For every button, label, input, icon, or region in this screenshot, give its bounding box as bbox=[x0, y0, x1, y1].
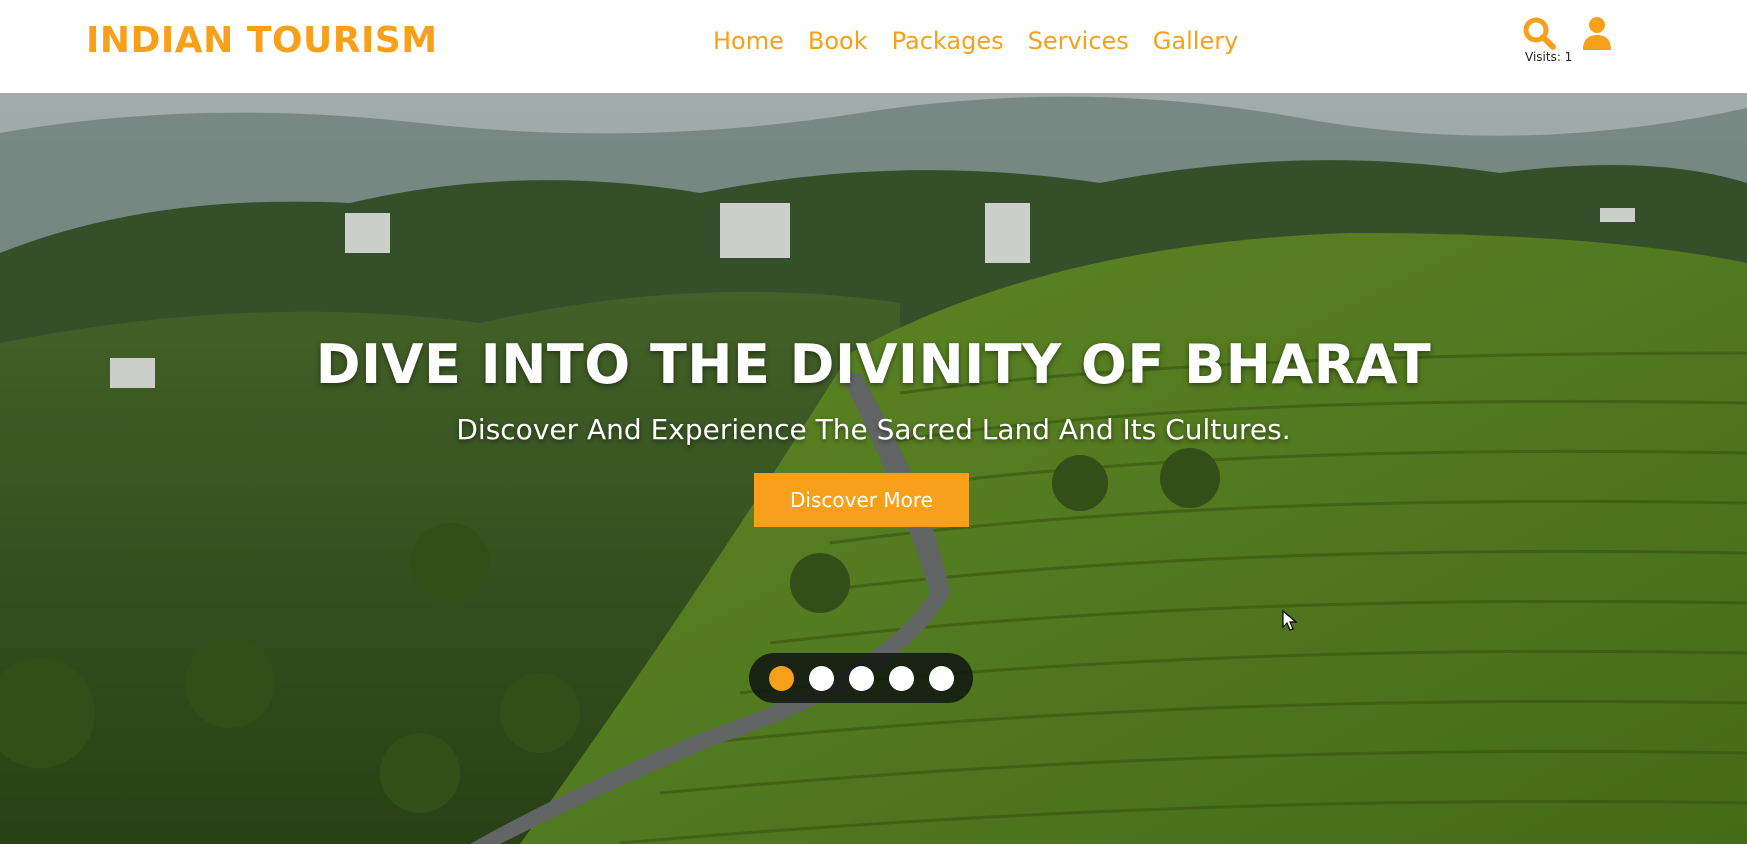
site-logo[interactable]: INDIAN TOURISM bbox=[86, 20, 438, 61]
slide-dot-2[interactable] bbox=[808, 665, 834, 691]
nav-book[interactable]: Book bbox=[808, 27, 868, 55]
mouse-cursor-icon bbox=[1282, 610, 1298, 631]
hero-subtitle: Discover And Experience The Sacred Land … bbox=[456, 413, 1291, 446]
slider-dots bbox=[749, 653, 973, 703]
nav-packages[interactable]: Packages bbox=[892, 27, 1004, 55]
user-icon[interactable] bbox=[1582, 16, 1612, 50]
nav-home[interactable]: Home bbox=[713, 27, 784, 55]
hero-background-image bbox=[0, 93, 1747, 844]
slide-dot-1[interactable] bbox=[768, 665, 794, 691]
slide-dot-4[interactable] bbox=[888, 665, 914, 691]
site-header: INDIAN TOURISM Home Book Packages Servic… bbox=[0, 0, 1747, 93]
search-icon[interactable] bbox=[1522, 16, 1556, 50]
discover-more-button[interactable]: Discover More bbox=[754, 473, 969, 527]
slide-dot-5[interactable] bbox=[928, 665, 954, 691]
main-nav: Home Book Packages Services Gallery bbox=[713, 27, 1238, 55]
header-actions: Visits: 1 bbox=[1522, 16, 1617, 71]
visit-counter: Visits: 1 bbox=[1525, 50, 1573, 64]
slide-dot-3[interactable] bbox=[848, 665, 874, 691]
nav-services[interactable]: Services bbox=[1028, 27, 1129, 55]
hero-section: DIVE INTO THE DIVINITY OF BHARAT Discove… bbox=[0, 93, 1747, 844]
nav-gallery[interactable]: Gallery bbox=[1153, 27, 1238, 55]
hero-title: DIVE INTO THE DIVINITY OF BHARAT bbox=[315, 333, 1432, 396]
